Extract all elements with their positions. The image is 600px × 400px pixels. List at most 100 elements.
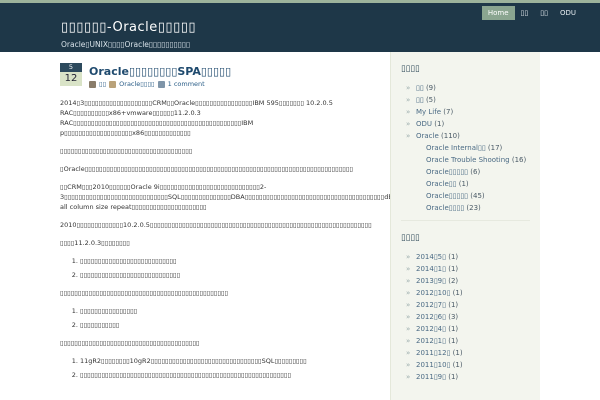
category-item[interactable]: ▯▯ (9) [391, 82, 540, 94]
archive-label: 2014▯5▯ [416, 253, 446, 261]
categories-list: ▯▯ (9) ▯▯ (5) My Life (7) ODU (1) Oracle… [391, 82, 540, 214]
subcategory-label: Oracle Internal▯▯ [426, 144, 486, 152]
folder-icon [109, 80, 117, 88]
category-label: ▯▯ [416, 96, 424, 104]
archives-list: 2014▯5▯ (1) 2014▯1▯ (1) 2013▯9▯ (2) 2012… [391, 251, 540, 383]
post-list: ▯▯▯▯▯▯▯▯▯▯▯▯▯▯▯▯▯▯▯▯▯▯▯▯▯▯▯ ▯▯▯▯▯▯▯▯▯▯▯▯… [80, 256, 385, 280]
nav-item-odu[interactable]: ODU [554, 6, 582, 20]
subcategory-label: Oracle Trouble Shooting [426, 156, 510, 164]
archive-item[interactable]: 2012▯6▯ (3) [391, 311, 540, 323]
post-paragraph: ▯▯▯▯▯▯▯▯▯▯▯▯▯▯▯▯▯▯▯▯▯▯▯▯▯▯▯▯▯▯▯▯▯▯▯▯▯▯▯▯… [60, 289, 229, 297]
category-label: Oracle [416, 132, 439, 140]
post-category-link[interactable]: Oracle▯▯▯▯ [119, 80, 154, 88]
nav-item-2[interactable]: ▯▯ [515, 6, 535, 20]
subcategory-label: Oracle▯▯▯▯▯ [426, 168, 469, 176]
site-header: ▯▯▯▯▯▯-Oracle▯▯▯▯▯ Oracle▯UNIX▯▯▯▯Oracle… [0, 3, 600, 52]
post-author-link[interactable]: ▯▯ [99, 80, 106, 88]
subcategory-item[interactable]: Oracle▯▯▯▯▯ (45) [391, 190, 540, 202]
archive-count: (1) [448, 253, 459, 261]
site-description: Oracle▯UNIX▯▯▯▯Oracle▯▯▯▯▯▯▯▯▯▯ [61, 40, 191, 49]
post-date-month: 5 [60, 63, 82, 72]
archive-count: (1) [452, 349, 463, 357]
post-list: ▯▯▯▯▯▯▯▯▯▯▯▯▯▯▯▯ ▯▯▯▯▯▯▯▯▯▯▯ [80, 306, 385, 330]
archive-item[interactable]: 2014▯5▯ (1) [391, 251, 540, 263]
nav-item-home[interactable]: Home [481, 6, 515, 20]
archive-item[interactable]: 2011▯10▯ (1) [391, 359, 540, 371]
archive-label: 2012▯7▯ [416, 301, 446, 309]
archive-item[interactable]: 2012▯7▯ (1) [391, 299, 540, 311]
archive-label: 2011▯9▯ [416, 373, 446, 381]
archive-count: (1) [448, 265, 459, 273]
category-label: My Life [416, 108, 442, 116]
main-nav: Home ▯▯ ▯▯ ODU [481, 6, 582, 20]
category-count: (9) [425, 84, 436, 92]
archive-label: 2014▯1▯ [416, 265, 446, 273]
widget-divider [401, 220, 530, 221]
subcategory-count: (16) [511, 156, 527, 164]
category-label: ODU [416, 120, 433, 128]
list-item: ▯▯▯▯▯▯▯▯▯▯▯▯▯▯▯▯▯▯▯▯▯▯▯▯▯▯▯▯ [80, 270, 385, 280]
archive-item[interactable]: 2012▯4▯ (1) [391, 323, 540, 335]
post-meta: ▯▯ Oracle▯▯▯▯ 1 comment [89, 80, 205, 88]
archive-count: (1) [448, 301, 459, 309]
archive-label: 2013▯9▯ [416, 277, 446, 285]
archive-count: (1) [452, 289, 463, 297]
archive-item[interactable]: 2011▯9▯ (1) [391, 371, 540, 383]
subcategory-item[interactable]: Oracle▯▯▯▯ (23) [391, 202, 540, 214]
archive-label: 2012▯10▯ [416, 289, 451, 297]
subcategory-count: (6) [470, 168, 481, 176]
subcategory-label: Oracle▯▯ [426, 180, 457, 188]
list-item: 11gR2▯▯▯▯▯▯▯▯10gR2▯▯▯▯▯▯▯▯▯▯▯▯▯▯▯▯▯▯▯▯▯▯… [80, 356, 385, 366]
main-content: 5 12 Oracle▯▯▯▯▯▯▯▯SPA▯▯▯▯▯ ▯▯ Oracle▯▯▯… [55, 52, 390, 400]
comment-icon [157, 80, 165, 88]
list-item: ▯▯▯▯▯▯▯▯▯▯▯▯▯▯▯▯ [80, 306, 385, 316]
category-item[interactable]: My Life (7) [391, 106, 540, 118]
post-paragraph: ▯▯▯▯11.2.0.3▯▯▯▯▯▯▯▯ [60, 239, 130, 247]
page-right-margin [540, 52, 600, 400]
archive-label: 2012▯6▯ [416, 313, 446, 321]
subcategory-label: Oracle▯▯▯▯▯ [426, 192, 469, 200]
archive-item[interactable]: 2012▯1▯ (1) [391, 335, 540, 347]
post-list: 11gR2▯▯▯▯▯▯▯▯10gR2▯▯▯▯▯▯▯▯▯▯▯▯▯▯▯▯▯▯▯▯▯▯… [80, 356, 385, 380]
category-label: ▯▯ [416, 84, 424, 92]
archive-count: (1) [448, 337, 459, 345]
post-paragraph: ▯▯CRM▯▯▯2010▯▯▯▯▯▯Oracle 9i▯▯▯▯▯▯▯▯▯▯▯▯▯… [60, 183, 390, 211]
subcategory-item[interactable]: Oracle Trouble Shooting (16) [391, 154, 540, 166]
archive-label: 2012▯4▯ [416, 325, 446, 333]
category-count: (5) [425, 96, 436, 104]
archive-label: 2011▯10▯ [416, 361, 451, 369]
archive-label: 2012▯1▯ [416, 337, 446, 345]
list-item: ▯▯▯▯▯▯▯▯▯▯▯▯▯▯▯▯▯▯▯▯▯▯▯▯▯▯▯ [80, 256, 385, 266]
archive-count: (2) [448, 277, 459, 285]
author-icon [89, 80, 96, 88]
post-paragraph: ▯▯▯▯▯▯▯▯▯▯▯▯▯▯▯▯▯▯▯▯▯▯▯▯▯▯▯▯▯▯▯▯▯▯▯▯▯ [60, 147, 193, 155]
archive-item[interactable]: 2013▯9▯ (2) [391, 275, 540, 287]
post-title-link[interactable]: Oracle▯▯▯▯▯▯▯▯SPA▯▯▯▯▯ [89, 65, 231, 78]
archive-count: (3) [448, 313, 459, 321]
category-item[interactable]: ODU (1) [391, 118, 540, 130]
post-date-badge: 5 12 [60, 63, 82, 86]
subcategory-item[interactable]: Oracle Internal▯▯ (17) [391, 142, 540, 154]
nav-item-3[interactable]: ▯▯ [534, 6, 554, 20]
list-item: ▯▯▯▯▯▯▯▯▯▯▯▯▯▯▯▯▯▯▯▯▯▯▯▯▯▯▯▯▯▯▯▯▯▯▯▯▯▯▯▯… [80, 370, 385, 380]
site-title[interactable]: ▯▯▯▯▯▯-Oracle▯▯▯▯▯ [61, 20, 196, 35]
category-count: (110) [441, 132, 460, 140]
subcategory-item[interactable]: Oracle▯▯ (1) [391, 178, 540, 190]
category-item[interactable]: Oracle (110) [391, 130, 540, 142]
category-item[interactable]: ▯▯ (5) [391, 94, 540, 106]
subcategory-count: (23) [466, 204, 481, 212]
archive-count: (1) [448, 373, 459, 381]
categories-widget-title: ▯▯▯▯ [401, 64, 420, 74]
list-item: ▯▯▯▯▯▯▯▯▯▯▯ [80, 320, 385, 330]
post-paragraph: 2014▯3▯▯▯▯▯▯▯▯▯▯▯▯▯▯▯▯▯▯▯CRM▯▯Oracle▯▯▯▯… [60, 99, 333, 137]
archive-item[interactable]: 2011▯12▯ (1) [391, 347, 540, 359]
post-body: 2014▯3▯▯▯▯▯▯▯▯▯▯▯▯▯▯▯▯▯▯▯CRM▯▯Oracle▯▯▯▯… [60, 98, 390, 388]
post-comments-link[interactable]: 1 comment [168, 80, 205, 88]
archive-label: 2011▯12▯ [416, 349, 451, 357]
archive-count: (1) [452, 361, 463, 369]
archive-item[interactable]: 2012▯10▯ (1) [391, 287, 540, 299]
archive-item[interactable]: 2014▯1▯ (1) [391, 263, 540, 275]
post-paragraph: ▯▯▯▯▯▯▯▯▯▯▯▯▯▯▯▯▯▯▯▯▯▯▯▯▯▯▯▯▯▯▯▯▯▯▯▯▯▯▯ [60, 339, 200, 347]
subcategory-count: (17) [487, 144, 503, 152]
subcategory-item[interactable]: Oracle▯▯▯▯▯ (6) [391, 166, 540, 178]
